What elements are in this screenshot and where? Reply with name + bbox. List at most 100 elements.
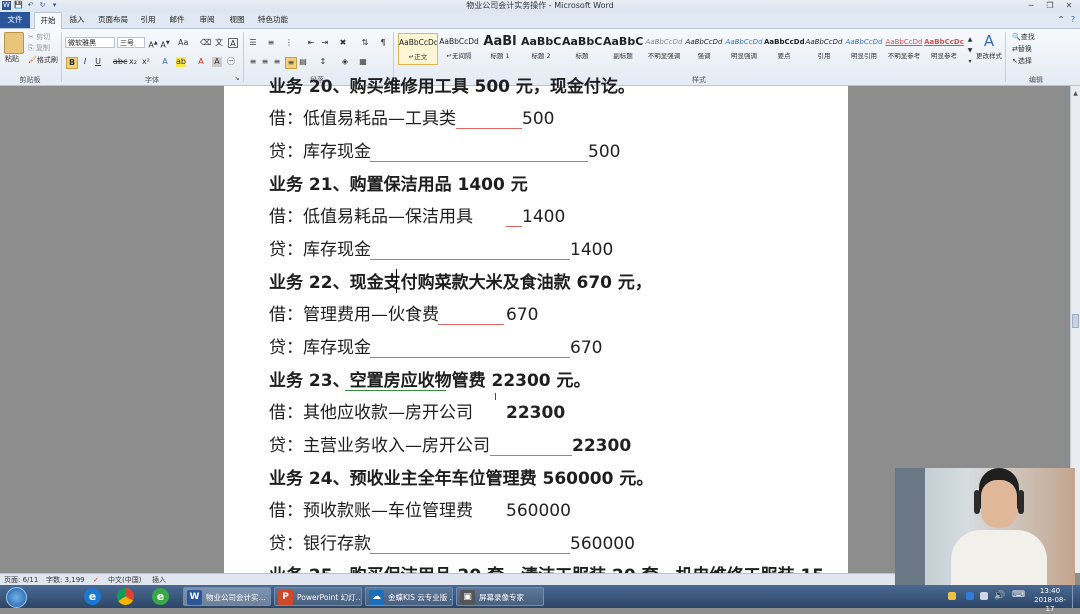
style-intense-reference[interactable]: AaBbCcDc 明显参考 (924, 33, 964, 65)
collapse-ribbon-icon[interactable]: ⌃ (1056, 15, 1066, 25)
style-no-spacing[interactable]: AaBbCcDd ↵无间隔 (439, 33, 479, 65)
chinese-layout-icon[interactable]: ✖ (338, 38, 348, 48)
style-heading-2[interactable]: AaBbC 标题 2 (521, 33, 561, 65)
increase-indent-icon[interactable]: ⇥ (320, 38, 330, 48)
multilevel-list-icon[interactable]: ⋮ (284, 38, 294, 48)
sort-icon[interactable]: ⇅ (360, 38, 370, 48)
tab-page-layout[interactable]: 页面布局 (94, 12, 132, 28)
superscript-icon[interactable]: x² (141, 57, 151, 67)
tray-flag-icon[interactable] (980, 592, 988, 600)
italic-icon[interactable]: I (80, 57, 90, 67)
phonetic-guide-icon[interactable]: 文 (214, 38, 224, 48)
copy-button[interactable]: ⎘ 复制 (28, 43, 50, 53)
headphone-icon (1018, 490, 1024, 514)
tab-review[interactable]: 审阅 (194, 12, 220, 28)
style-quote[interactable]: AaBbCcDd 引用 (804, 33, 844, 65)
transaction-heading: 业务 21、购置保洁用品 1400 元 (269, 175, 528, 195)
tab-special-features[interactable]: 特色功能 (254, 12, 292, 28)
text-effects-icon[interactable]: A (160, 57, 170, 67)
change-case-icon[interactable]: Aa (178, 38, 188, 48)
help-icon[interactable]: ? (1068, 15, 1078, 25)
align-left-icon[interactable]: ≡ (248, 57, 258, 67)
maximize-button[interactable]: ❐ (1041, 0, 1059, 11)
font-name-combo[interactable]: 微软雅黑 (65, 37, 115, 48)
taskbar-app-screen-recorder[interactable]: ▣ 屏幕录像专家 (456, 587, 544, 606)
numbering-icon[interactable]: ≡ (266, 38, 276, 48)
start-button[interactable] (6, 587, 27, 608)
chrome-icon[interactable] (117, 588, 134, 605)
close-button[interactable]: ✕ (1060, 0, 1078, 11)
styles-more-icon[interactable]: ▾ (965, 57, 975, 67)
tab-insert[interactable]: 插入 (64, 12, 90, 28)
tab-file[interactable]: 文件 (0, 12, 30, 28)
styles-scroll-up-icon[interactable]: ▲ (965, 35, 975, 45)
tray-volume-icon[interactable]: 🔊 (994, 591, 1005, 601)
replace-button[interactable]: ⇄替换 (1012, 44, 1032, 54)
line-spacing-icon[interactable]: ↕ (318, 57, 328, 67)
account-name: 借：低值易耗品—保洁用具 (269, 207, 473, 227)
align-right-icon[interactable]: ≡ (272, 57, 282, 67)
find-button[interactable]: 🔍查找 (1012, 32, 1035, 42)
tray-notification-icon[interactable] (948, 592, 956, 600)
tab-home[interactable]: 开始 (34, 12, 62, 29)
document-page[interactable]: 业务 20、购买维修用工具 500 元，现金付讫。 借：低值易耗品—工具类 50… (224, 77, 848, 586)
style-heading-1[interactable]: AaBl 标题 1 (480, 33, 520, 65)
font-size-combo[interactable]: 三号 (117, 37, 145, 48)
clear-format-icon[interactable]: ⌫ (200, 38, 211, 48)
tray-keyboard-icon[interactable]: ⌨ (1012, 590, 1025, 600)
distributed-icon[interactable]: ▤ (298, 57, 308, 67)
paste-icon[interactable] (4, 32, 24, 54)
internet-explorer-icon[interactable]: e (84, 588, 101, 605)
scroll-up-icon[interactable]: ▲ (1072, 90, 1079, 98)
style-sample: AaBbCcDd (685, 38, 723, 46)
justify-icon[interactable]: ≡ (285, 57, 297, 69)
strikethrough-icon[interactable]: abc (113, 57, 127, 67)
style-title[interactable]: AaBbC 标题 (562, 33, 602, 65)
subscript-icon[interactable]: x₂ (128, 57, 138, 67)
styles-scroll-down-icon[interactable]: ▼ (965, 46, 975, 56)
borders-icon[interactable]: ▦ (358, 57, 368, 67)
browser-360-icon[interactable]: e (152, 588, 169, 605)
taskbar-app-powerpoint[interactable]: P PowerPoint 幻灯... (274, 587, 362, 606)
show-marks-icon[interactable]: ¶ (378, 38, 388, 48)
style-strong[interactable]: AaBbCcDd 要点 (764, 33, 804, 65)
tab-mailings[interactable]: 邮件 (164, 12, 190, 28)
change-styles-icon[interactable]: A (979, 33, 999, 49)
style-intense-quote[interactable]: AaBbCcDd 明显引用 (844, 33, 884, 65)
enclose-chars-icon[interactable]: ㊀ (226, 57, 236, 67)
bullets-icon[interactable]: ☰ (248, 38, 258, 48)
taskbar-app-kingdee[interactable]: ☁ 金蝶KIS 云专业版 ... (365, 587, 453, 606)
char-shading-icon[interactable]: A (212, 57, 222, 67)
tab-view[interactable]: 视图 (224, 12, 250, 28)
taskbar-app-word[interactable]: W 物业公司会计实... (183, 587, 271, 606)
bold-icon[interactable]: B (66, 57, 78, 69)
style-emphasis[interactable]: AaBbCcDd 强调 (684, 33, 724, 65)
show-desktop-button[interactable] (1072, 585, 1080, 608)
style-subtitle[interactable]: AaBbC 副标题 (603, 33, 643, 65)
minimize-button[interactable]: ─ (1022, 0, 1040, 11)
scroll-thumb[interactable] (1072, 314, 1079, 328)
shading-icon[interactable]: ◈ (340, 57, 350, 67)
highlight-icon[interactable]: ab (176, 57, 186, 67)
char-border-icon[interactable]: A (228, 38, 238, 48)
decrease-indent-icon[interactable]: ⇤ (306, 38, 316, 48)
font-color-icon[interactable]: A (196, 57, 206, 67)
shrink-font-icon[interactable]: A▼ (160, 38, 170, 50)
style-normal[interactable]: AaBbCcDd ↵正文 (398, 33, 438, 65)
debit-entry: 借：低值易耗品—保洁用具 (269, 207, 473, 227)
grow-font-icon[interactable]: A▲ (148, 38, 158, 50)
change-styles-button[interactable]: 更改样式 (976, 51, 1002, 61)
clock[interactable]: 13:40 2018-08-17 (1030, 587, 1070, 614)
align-center-icon[interactable]: ≡ (260, 57, 270, 67)
underline-icon[interactable]: U (93, 57, 103, 67)
tray-network-icon[interactable] (966, 592, 974, 600)
paste-button[interactable]: 粘贴 (5, 54, 19, 64)
tab-references[interactable]: 引用 (136, 12, 160, 28)
style-subtle-reference[interactable]: AaBbCcDd 不明显参考 (884, 33, 924, 65)
font-dialog-launcher-icon[interactable]: ↘ (232, 74, 242, 84)
style-intense-emphasis[interactable]: AaBbCcDd 明显强调 (724, 33, 764, 65)
format-painter-button[interactable]: 🖌格式刷 (28, 55, 58, 65)
select-button[interactable]: ↖选择 (1012, 56, 1032, 66)
cut-button[interactable]: ✂ 剪切 (28, 32, 50, 42)
style-subtle-emphasis[interactable]: AaBbCcDd 不明显强调 (644, 33, 684, 65)
